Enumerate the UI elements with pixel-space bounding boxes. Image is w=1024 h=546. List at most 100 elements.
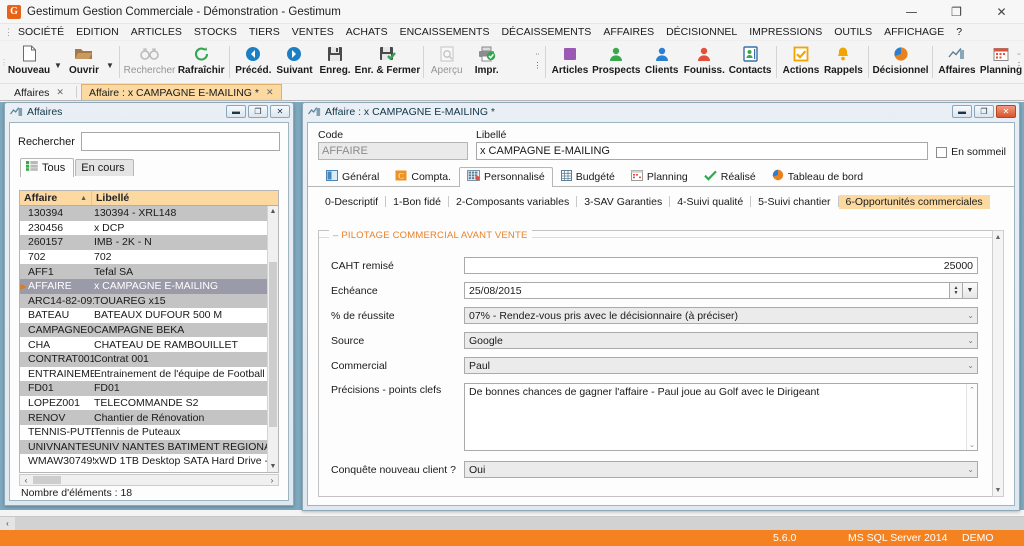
menu-societe[interactable]: SOCIÉTÉ: [12, 25, 70, 39]
toolbar-rafraichir-button[interactable]: Rafraîchir: [176, 41, 226, 83]
toolbar-precedent-button[interactable]: Précéd.: [233, 41, 274, 83]
tab-personnalise[interactable]: Personnalisé: [459, 167, 553, 187]
menu-affaires[interactable]: AFFAIRES: [597, 25, 660, 39]
subtab-composants-variables[interactable]: 2-Composants variables: [449, 195, 576, 209]
conquete-combo[interactable]: Oui ⌄: [464, 461, 978, 478]
column-header-affaire[interactable]: Affaire ▲: [20, 191, 92, 205]
menu-edition[interactable]: EDITION: [70, 25, 125, 39]
scroll-down-icon[interactable]: ▼: [993, 484, 1003, 496]
close-button[interactable]: ✕: [979, 0, 1024, 24]
close-icon[interactable]: ✕: [56, 87, 64, 98]
affaires-close-button[interactable]: ✕: [270, 105, 290, 118]
toolbar-enregistrer-button[interactable]: Enreg.: [315, 41, 355, 83]
table-row[interactable]: WMAW30749512xWD 1TB Desktop SATA Hard Dr…: [20, 454, 278, 469]
column-header-libelle[interactable]: Libellé: [92, 191, 278, 205]
scroll-left-icon[interactable]: ‹: [0, 519, 15, 528]
affaire-maximize-button[interactable]: ❐: [974, 105, 994, 118]
table-row[interactable]: CHA CHATEAU DE RAMBOUILLET: [20, 337, 278, 352]
tab-realise[interactable]: Réalisé: [696, 167, 764, 186]
toolbar-contacts-button[interactable]: Contacts: [727, 41, 773, 83]
toolbar-nouveau-button[interactable]: Nouveau: [6, 41, 52, 83]
table-row[interactable]: CAMPAGNE001CAMPAGNE BEKA: [20, 322, 278, 338]
libelle-field[interactable]: x CAMPAGNE E-MAILING: [476, 142, 929, 160]
scroll-right-icon[interactable]: ›: [266, 476, 278, 485]
echeance-input[interactable]: 25/08/2015: [464, 282, 950, 299]
scroll-up-icon[interactable]: ⌃: [967, 384, 977, 395]
menu-tiers[interactable]: TIERS: [243, 25, 286, 39]
table-row[interactable]: TENNIS-PUTEAUTennis de Puteaux: [20, 425, 278, 440]
table-row[interactable]: AFF1 Tefal SA: [20, 264, 278, 279]
affaires-search-input[interactable]: [80, 132, 280, 151]
echeance-calendar-dropdown-icon[interactable]: ▼: [963, 282, 978, 299]
scroll-down-icon[interactable]: ⌄: [967, 439, 977, 450]
desktop-horizontal-scrollbar[interactable]: ‹: [0, 516, 1024, 530]
tab-tableau-de-bord[interactable]: Tableau de bord: [764, 166, 871, 186]
subtab-opportunites-commerciales[interactable]: 6-Opportunités commerciales: [838, 194, 990, 209]
scroll-thumb[interactable]: [269, 262, 277, 427]
chevron-down-icon[interactable]: ⌄: [967, 462, 974, 477]
table-row[interactable]: ▶ AFFAIRE x CAMPAGNE E-MAILING: [20, 278, 278, 294]
hscroll-thumb[interactable]: [33, 476, 61, 484]
subtab-bon-fide[interactable]: 1-Bon fidé: [386, 195, 448, 209]
menu-decisionnel[interactable]: DÉCISIONNEL: [660, 25, 743, 39]
precisions-scrollbar[interactable]: ⌃ ⌄: [966, 384, 977, 450]
panel-vertical-scrollbar[interactable]: ▲ ▼: [992, 230, 1004, 497]
affaires-maximize-button[interactable]: ❐: [248, 105, 268, 118]
en-sommeil-checkbox-group[interactable]: En sommeil: [936, 146, 1006, 160]
toolbar-decisionnel-button[interactable]: Décisionnel: [872, 41, 929, 83]
scroll-up-icon[interactable]: ▲: [993, 231, 1003, 243]
ouvrir-dropdown-arrow-icon[interactable]: ▼: [104, 61, 116, 70]
scroll-down-icon[interactable]: ▼: [268, 461, 278, 472]
toolbar-rappels-button[interactable]: Rappels: [822, 41, 865, 83]
scroll-left-icon[interactable]: ‹: [20, 476, 32, 485]
toolbar-fournisseurs-button[interactable]: Founiss.: [682, 41, 727, 83]
mdi-tab-affaires[interactable]: Affaires ✕: [6, 84, 72, 100]
menu-outils[interactable]: OUTILS: [828, 25, 878, 39]
table-row[interactable]: UNIVNANTES-BAT...UNIV NANTES BATIMENT RE…: [20, 439, 278, 455]
tab-planning[interactable]: Planning: [623, 167, 696, 186]
toolbar-affaires-button[interactable]: Affaires: [936, 41, 978, 83]
affaires-window-titlebar[interactable]: Affaires ▬ ❐ ✕: [5, 103, 293, 120]
tab-general[interactable]: Général: [318, 167, 387, 186]
menu-stocks[interactable]: STOCKS: [188, 25, 243, 39]
menu-help[interactable]: ?: [950, 25, 968, 39]
table-row[interactable]: CONTRAT001 Contrat 001: [20, 351, 278, 367]
close-icon[interactable]: ✕: [266, 87, 274, 98]
tab-compta[interactable]: C Compta.: [387, 167, 459, 186]
subtab-descriptif[interactable]: 0-Descriptif: [318, 195, 385, 209]
menu-encaissements[interactable]: ENCAISSEMENTS: [394, 25, 496, 39]
toolbar-rechercher-button[interactable]: Rechercher: [123, 41, 177, 83]
affaires-minimize-button[interactable]: ▬: [226, 105, 246, 118]
minimize-button[interactable]: —: [889, 0, 934, 24]
mdi-tab-affaire-detail[interactable]: Affaire : x CAMPAGNE E-MAILING * ✕: [80, 84, 282, 100]
reussite-combo[interactable]: 07% - Rendez-vous pris avec le décisionn…: [464, 307, 978, 324]
menu-achats[interactable]: ACHATS: [340, 25, 394, 39]
subtab-sav-garanties[interactable]: 3-SAV Garanties: [577, 195, 669, 209]
toolbar-apercu-button[interactable]: Aperçu: [427, 41, 467, 83]
table-row[interactable]: FD01 FD01: [20, 381, 278, 396]
table-row[interactable]: ENTRAINEMENT1Entrainement de l'équipe de…: [20, 367, 278, 382]
echeance-spinner[interactable]: ▲ ▼: [950, 282, 963, 299]
table-row[interactable]: BATEAU BATEAUX DUFOUR 500 M: [20, 308, 278, 323]
subtab-suivi-chantier[interactable]: 5-Suivi chantier: [751, 195, 837, 209]
chevron-down-icon[interactable]: ⌄: [967, 358, 974, 373]
table-row[interactable]: ARC14-82-091014TOUAREG x15: [20, 293, 278, 309]
affaires-grid-horizontal-scrollbar[interactable]: ‹ ›: [19, 474, 279, 486]
affaire-window-titlebar[interactable]: Affaire : x CAMPAGNE E-MAILING * ▬ ❐ ✕: [303, 103, 1019, 120]
desktop-scroll-track[interactable]: [15, 517, 1024, 530]
caht-input[interactable]: 25000: [464, 257, 978, 274]
subtab-suivi-qualite[interactable]: 4-Suivi qualité: [670, 195, 750, 209]
maximize-button[interactable]: ❐: [934, 0, 979, 24]
precisions-textarea[interactable]: De bonnes chances de gagner l'affaire - …: [464, 383, 978, 451]
commercial-combo[interactable]: Paul ⌄: [464, 357, 978, 374]
affaire-close-button[interactable]: ✕: [996, 105, 1016, 118]
toolbar-ouvrir-button[interactable]: Ouvrir: [64, 41, 104, 83]
menu-impressions[interactable]: IMPRESSIONS: [743, 25, 828, 39]
chevron-down-icon[interactable]: ⌄: [967, 333, 974, 348]
table-row[interactable]: 702 702: [20, 250, 278, 265]
affaire-minimize-button[interactable]: ▬: [952, 105, 972, 118]
toolbar-suivant-button[interactable]: Suivant: [274, 41, 315, 83]
table-row[interactable]: RENOV Chantier de Rénovation: [20, 410, 278, 425]
toolbar-actions-button[interactable]: Actions: [780, 41, 822, 83]
toolbar-prospects-button[interactable]: Prospects: [591, 41, 642, 83]
